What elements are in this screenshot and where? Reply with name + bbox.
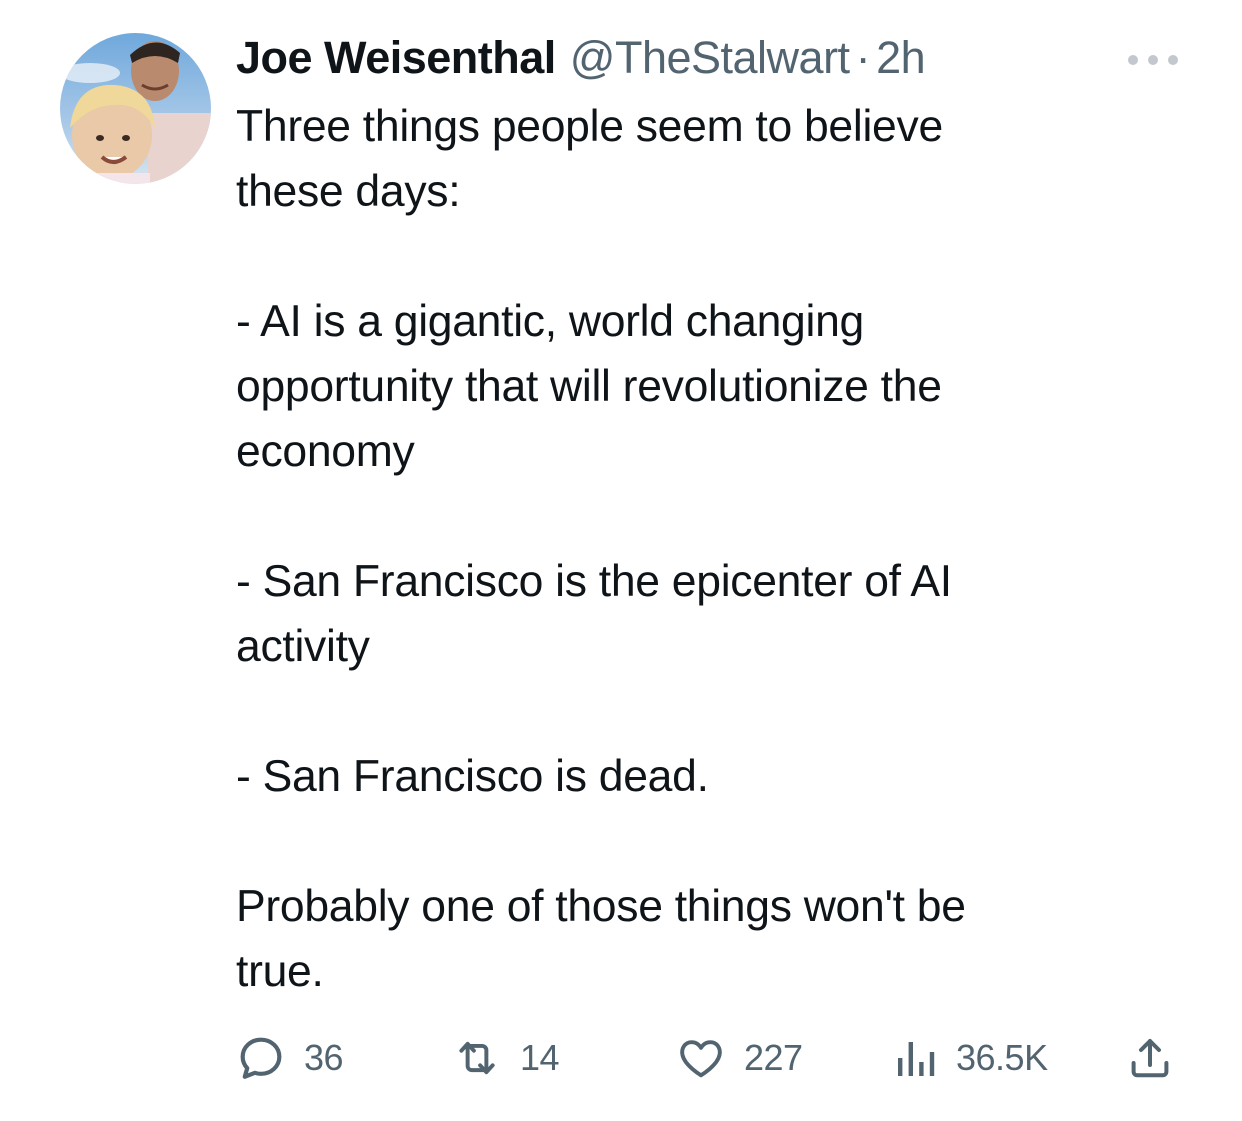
profile-photo-image xyxy=(60,33,211,184)
tweet[interactable]: Joe Weisenthal @TheStalwart · 2h Three t… xyxy=(0,0,1242,1121)
share-button[interactable] xyxy=(1126,1028,1174,1088)
retweet-button[interactable]: 14 xyxy=(452,1028,560,1088)
like-count: 227 xyxy=(744,1037,803,1078)
tweet-actions: 36 14 227 36.5K xyxy=(236,1028,1186,1088)
views-chart-icon xyxy=(894,1033,938,1083)
tweet-header: Joe Weisenthal @TheStalwart · 2h xyxy=(236,30,926,86)
tweet-paragraph: - San Francisco is the epicenter of AI a… xyxy=(236,557,952,671)
more-dot xyxy=(1148,55,1158,65)
header-separator: · xyxy=(855,32,871,83)
more-dot xyxy=(1128,55,1138,65)
share-icon xyxy=(1126,1033,1174,1083)
tweet-paragraph: - San Francisco is dead. xyxy=(236,752,709,801)
retweet-icon xyxy=(452,1033,502,1083)
views-count: 36.5K xyxy=(956,1037,1048,1078)
author-handle[interactable]: @TheStalwart xyxy=(570,32,850,84)
heart-icon xyxy=(676,1033,726,1083)
tweet-timestamp[interactable]: 2h xyxy=(876,32,926,84)
retweet-count: 14 xyxy=(520,1037,560,1078)
reply-button[interactable]: 36 xyxy=(236,1028,344,1088)
author-display-name[interactable]: Joe Weisenthal xyxy=(236,32,556,84)
reply-count: 36 xyxy=(304,1037,344,1078)
tweet-paragraph: Probably one of those things won't be tr… xyxy=(236,882,966,996)
like-button[interactable]: 227 xyxy=(676,1028,803,1088)
author-avatar[interactable] xyxy=(60,33,211,184)
more-dot xyxy=(1168,55,1178,65)
reply-icon xyxy=(236,1033,286,1083)
tweet-text: Three things people seem to believe thes… xyxy=(236,94,1196,1004)
more-options-button[interactable] xyxy=(1128,48,1178,72)
tweet-paragraph: Three things people seem to believe thes… xyxy=(236,102,943,216)
views-button[interactable]: 36.5K xyxy=(894,1028,1048,1088)
tweet-paragraph: - AI is a gigantic, world changing oppor… xyxy=(236,297,942,476)
